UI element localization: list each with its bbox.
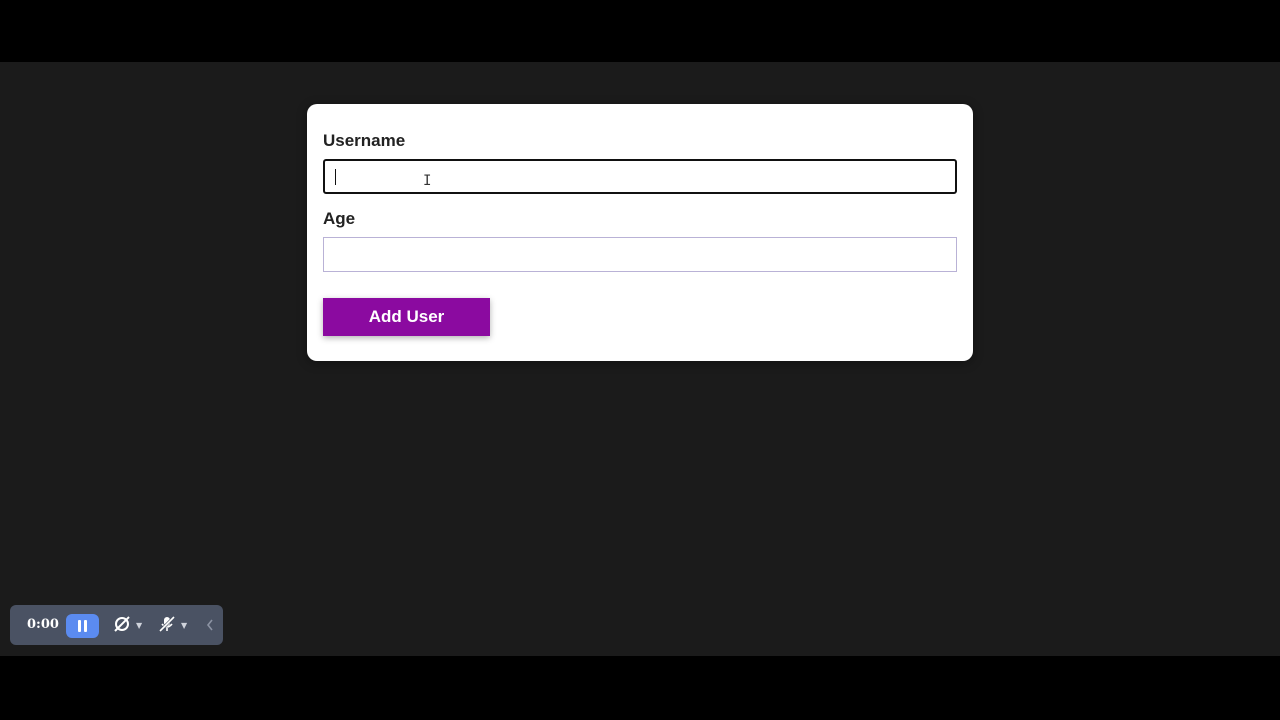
add-user-form-card: Username I Age Add User <box>307 104 973 361</box>
username-input[interactable]: I <box>323 159 957 194</box>
camera-options-chevron-icon[interactable]: ▼ <box>136 621 142 630</box>
add-user-button[interactable]: Add User <box>323 298 490 336</box>
pause-button[interactable] <box>66 614 99 638</box>
mic-off-icon[interactable] <box>158 615 176 638</box>
chevron-left-icon[interactable] <box>205 616 215 639</box>
username-label: Username <box>323 131 406 150</box>
age-label: Age <box>323 209 356 228</box>
recording-time: 0:00 <box>27 617 59 632</box>
age-input[interactable] <box>323 237 957 272</box>
ibeam-cursor-icon: I <box>423 173 432 189</box>
camera-off-icon[interactable] <box>113 615 131 638</box>
screen-recorder-toolbar: 0:00 ▼ ▼ <box>10 605 223 645</box>
text-caret <box>335 169 336 185</box>
letterbox-top <box>0 0 1280 62</box>
letterbox-bottom <box>0 656 1280 720</box>
mic-options-chevron-icon[interactable]: ▼ <box>181 621 187 630</box>
